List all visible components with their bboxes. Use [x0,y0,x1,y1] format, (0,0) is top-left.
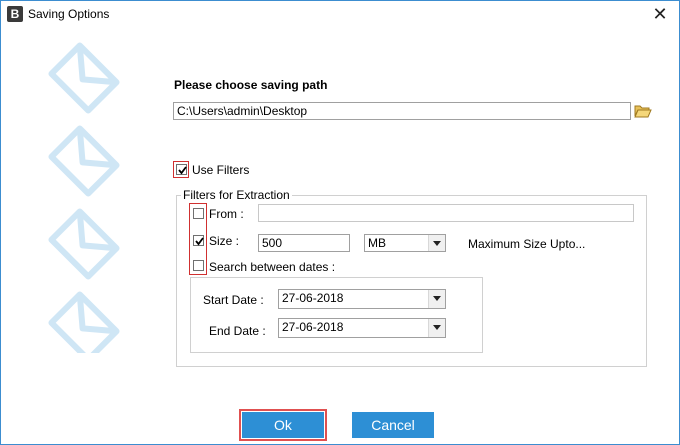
size-unit-value: MB [368,236,386,250]
end-date-label: End Date : [209,324,266,338]
max-size-hint: Maximum Size Upto... [468,237,586,251]
from-label: From : [209,207,244,221]
start-date-label: Start Date : [203,293,264,307]
filters-legend: Filters for Extraction [181,188,292,202]
saving-path-heading: Please choose saving path [174,78,328,92]
envelope-decoration-icon [48,42,120,353]
cancel-button[interactable]: Cancel [352,412,434,438]
use-filters-checkbox[interactable] [176,164,187,175]
chevron-down-icon[interactable] [428,235,445,251]
close-icon[interactable]: ✕ [649,3,671,25]
size-input[interactable]: 500 [258,234,350,252]
from-input[interactable] [258,204,634,222]
window-title: Saving Options [28,7,110,21]
search-dates-label: Search between dates : [209,260,336,274]
app-logo-icon: B [7,6,23,22]
start-date-value: 27-06-2018 [282,291,344,305]
search-dates-checkbox[interactable] [193,260,204,271]
start-date-picker[interactable]: 27-06-2018 [278,289,446,309]
size-unit-select[interactable]: MB [364,234,446,252]
ok-button[interactable]: Ok [239,409,327,441]
saving-path-input[interactable]: C:\Users\admin\Desktop [173,102,631,120]
title-bar: B Saving Options ✕ [1,1,679,29]
size-checkbox[interactable] [193,235,204,246]
chevron-down-icon[interactable] [428,290,445,308]
size-label: Size : [209,234,240,248]
saving-options-dialog: B Saving Options ✕ Please choose saving … [0,0,680,445]
chevron-down-icon[interactable] [428,319,445,337]
folder-open-icon[interactable] [634,103,652,119]
end-date-picker[interactable]: 27-06-2018 [278,318,446,338]
use-filters-label: Use Filters [192,163,250,177]
from-checkbox[interactable] [193,208,204,219]
end-date-value: 27-06-2018 [282,320,344,334]
